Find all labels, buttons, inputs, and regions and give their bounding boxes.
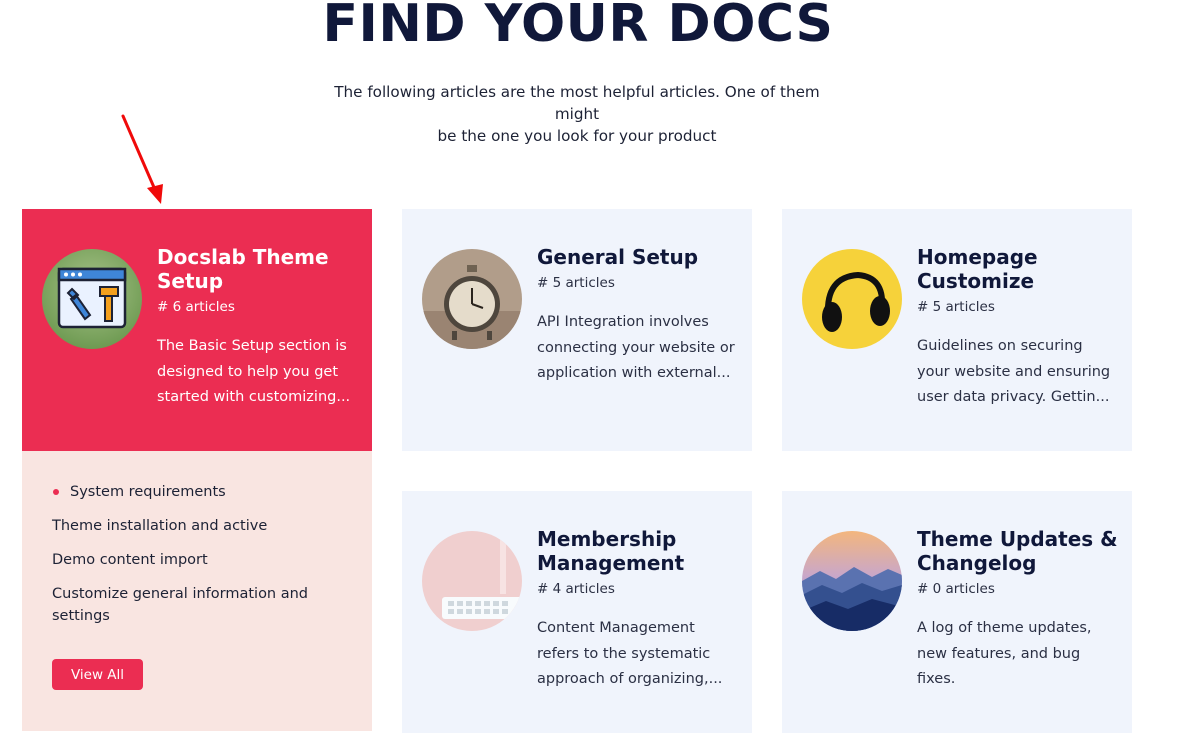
desc-line-1: API Integration involves [537, 314, 709, 330]
card-title[interactable]: Docslab Theme Setup [157, 245, 367, 293]
card-description: The Basic Setup section is designed to h… [157, 334, 357, 411]
desc-line-3: approach of organizing,... [537, 671, 723, 687]
desc-line-1: A log of theme updates, [917, 620, 1092, 636]
subtitle-line-1: The following articles are the most help… [334, 83, 820, 123]
card-header: Membership Management # 4 articles Conte… [402, 491, 752, 733]
article-count: # 4 articles [537, 581, 615, 597]
article-count: # 5 articles [537, 275, 615, 291]
card-header: Homepage Customize # 5 articles Guidelin… [782, 209, 1132, 451]
doc-category-card-homepage-customize[interactable]: Homepage Customize # 5 articles Guidelin… [782, 209, 1132, 451]
alarm-clock-icon [422, 249, 522, 349]
doc-link-customize-general-info[interactable]: Customize general information and settin… [52, 583, 352, 627]
keyboard-icon [422, 531, 522, 631]
doc-link-system-requirements[interactable]: System requirements [52, 481, 352, 503]
desc-line-1: Guidelines on securing [917, 338, 1083, 354]
page-title: FIND YOUR DOCS [322, 0, 834, 54]
desc-line-3: started with customizing... [157, 389, 351, 405]
doc-link-demo-content-import[interactable]: Demo content import [52, 549, 352, 571]
doc-category-card-theme-updates[interactable]: Theme Updates & Changelog # 0 articles A… [782, 491, 1132, 733]
card-title[interactable]: Theme Updates & Changelog [917, 527, 1127, 575]
doc-list: System requirements Theme installation a… [52, 481, 352, 639]
tools-window-icon [42, 249, 142, 349]
card-description: API Integration involves connecting your… [537, 310, 737, 387]
article-count: # 5 articles [917, 299, 995, 315]
desc-line-2: refers to the systematic [537, 645, 711, 662]
card-header: General Setup # 5 articles API Integrati… [402, 209, 752, 451]
card-description: Guidelines on securing your website and … [917, 334, 1117, 411]
mountains-icon [802, 531, 902, 631]
card-header: Docslab Theme Setup # 6 articles The Bas… [22, 209, 372, 451]
red-arrow-annotation [121, 114, 163, 204]
headphones-icon [802, 249, 902, 349]
doc-category-card-membership-management[interactable]: Membership Management # 4 articles Conte… [402, 491, 752, 733]
card-title[interactable]: Membership Management [537, 527, 747, 575]
desc-line-3: application with external... [537, 365, 731, 381]
doc-category-card-general-setup[interactable]: General Setup # 5 articles API Integrati… [402, 209, 752, 451]
subtitle-line-2: be the one you look for your product [437, 127, 717, 145]
desc-line-2: designed to help you get [157, 363, 339, 380]
page-subtitle: The following articles are the most help… [320, 81, 834, 147]
desc-line-3: fixes. [917, 671, 956, 687]
card-header: Theme Updates & Changelog # 0 articles A… [782, 491, 1132, 733]
desc-line-2: your website and ensuring [917, 363, 1111, 380]
doc-link-theme-installation[interactable]: Theme installation and active [52, 515, 352, 537]
doc-category-card-docslab-theme-setup[interactable]: Docslab Theme Setup # 6 articles The Bas… [22, 209, 372, 731]
article-count: # 0 articles [917, 581, 995, 597]
doc-list-panel: System requirements Theme installation a… [22, 451, 372, 731]
desc-line-1: The Basic Setup section is [157, 338, 347, 354]
article-count: # 6 articles [157, 299, 235, 315]
view-all-button[interactable]: View All [52, 659, 143, 690]
card-title[interactable]: Homepage Customize [917, 245, 1127, 293]
desc-line-2: new features, and bug [917, 645, 1081, 662]
desc-line-3: user data privacy. Gettin... [917, 389, 1110, 405]
card-title[interactable]: General Setup [537, 245, 747, 269]
desc-line-2: connecting your website or [537, 339, 735, 356]
card-description: A log of theme updates, new features, an… [917, 616, 1117, 693]
card-description: Content Management refers to the systema… [537, 616, 737, 693]
desc-line-1: Content Management [537, 620, 695, 636]
